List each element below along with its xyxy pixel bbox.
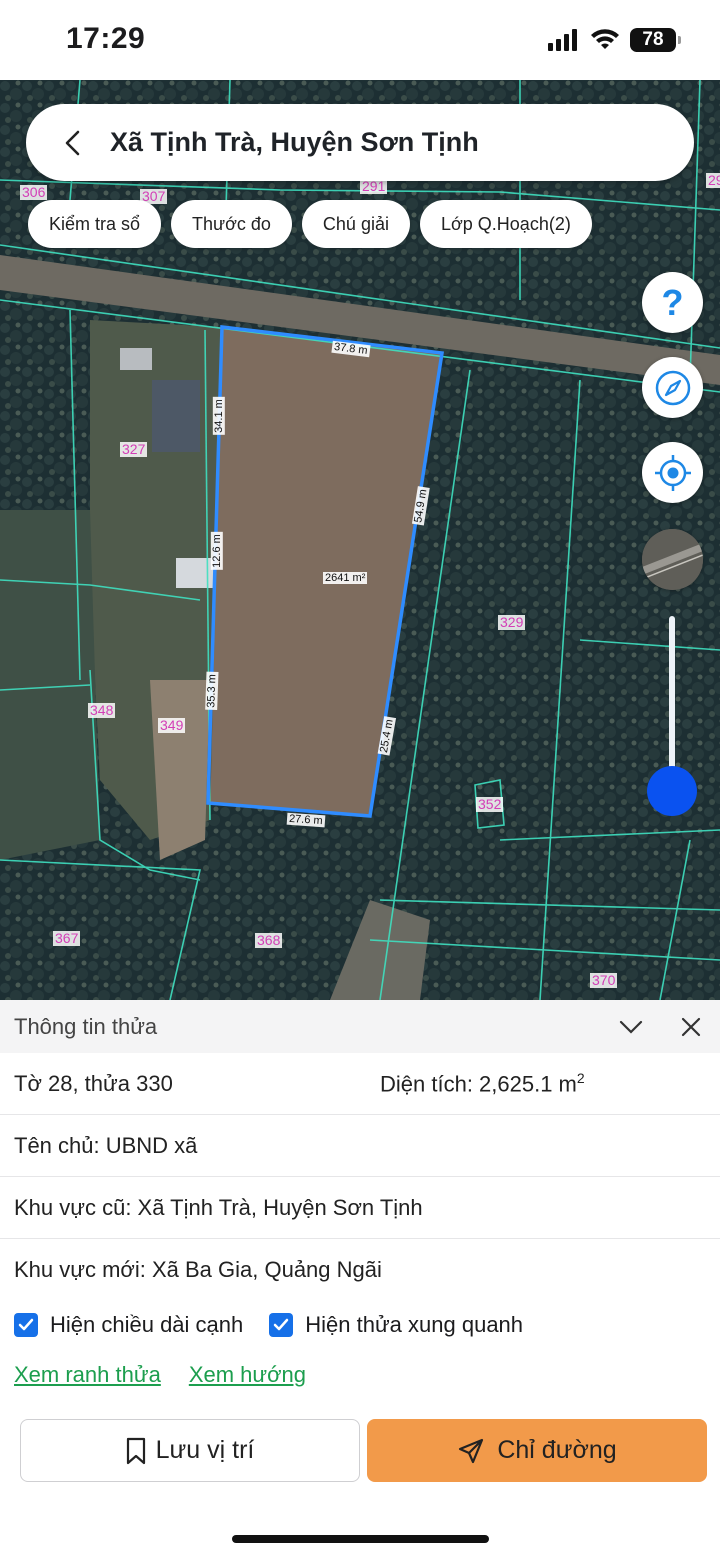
parcel-number: 329 [498, 614, 526, 630]
show-neighbors-label[interactable]: Hiện thửa xung quanh [305, 1312, 523, 1338]
display-options: Hiện chiều dài cạnh Hiện thửa xung quanh [14, 1312, 549, 1338]
panel-header: Thông tin thửa [0, 1000, 720, 1053]
battery-level: 78 [642, 29, 664, 50]
sheet-parcel-number: Tờ 28, thửa 330 [14, 1070, 173, 1096]
parcel-number: 349 [158, 717, 186, 733]
view-direction-link[interactable]: Xem hướng [189, 1362, 306, 1388]
chip-ruler[interactable]: Thước đo [171, 200, 292, 248]
locate-icon [654, 454, 691, 491]
compass-icon [655, 370, 690, 405]
edge-length: 34.1 m [212, 397, 225, 435]
panel-links: Xem ranh thửa Xem hướng [14, 1362, 306, 1388]
location-title: Xã Tịnh Trà, Huyện Sơn Tịnh [110, 127, 479, 157]
chip-legend[interactable]: Chú giải [301, 200, 410, 248]
view-boundary-link[interactable]: Xem ranh thửa [14, 1362, 161, 1388]
status-icons: 78 [548, 28, 681, 52]
chevron-down-icon [619, 1020, 643, 1034]
help-icon: ? [661, 281, 684, 323]
check-icon [18, 1318, 34, 1331]
my-location-button[interactable] [642, 442, 703, 503]
bookmark-icon [126, 1437, 145, 1464]
save-location-label: Lưu vị trí [155, 1436, 255, 1464]
owner-name: Tên chủ: UBND xã [14, 1132, 198, 1158]
old-area: Khu vực cũ: Xã Tịnh Trà, Huyện Sơn Tịnh [14, 1194, 423, 1220]
parcel-number: 370 [590, 972, 618, 988]
signal-icon [548, 29, 577, 51]
parcel-number: 29 [706, 173, 720, 188]
parcel-info-panel: Thông tin thửa Tờ 28, thửa 330 Diện tích… [0, 1000, 720, 1557]
parcel-number: 291 [360, 178, 388, 194]
parcel-number: 367 [53, 930, 81, 946]
info-row-old-area: Khu vực cũ: Xã Tịnh Trà, Huyện Sơn Tịnh [0, 1177, 720, 1239]
info-row-sheet: Tờ 28, thửa 330 Diện tích: 2,625.1 m2 [0, 1053, 720, 1115]
chip-planning-layer[interactable]: Lớp Q.Hoạch(2) [419, 200, 592, 248]
collapse-button[interactable] [616, 1012, 646, 1042]
parcel-area: Diện tích: 2,625.1 m2 [380, 1070, 585, 1097]
info-row-new-area: Khu vực mới: Xã Ba Gia, Quảng Ngãi [0, 1239, 720, 1301]
map-view[interactable]: 306 307 291 29 327 329 348 349 352 367 3… [0, 80, 720, 1000]
close-icon [681, 1017, 701, 1037]
home-indicator [232, 1535, 489, 1543]
status-bar: 17:29 78 [0, 0, 720, 80]
parcel-area-label: 2641 m² [323, 572, 368, 584]
edge-length: 27.6 m [286, 812, 326, 828]
back-icon[interactable] [44, 115, 100, 171]
edge-length: 12.6 m [210, 532, 223, 570]
parcel-number: 368 [255, 932, 283, 948]
parcel-number: 306 [20, 184, 48, 200]
help-button[interactable]: ? [642, 272, 703, 333]
directions-label: Chỉ đường [497, 1436, 617, 1464]
zoom-slider-knob[interactable] [647, 766, 697, 816]
new-area: Khu vực mới: Xã Ba Gia, Quảng Ngãi [14, 1257, 382, 1282]
map-tool-chips: Kiểm tra sổ Thước đo Chú giải Lớp Q.Hoạc… [28, 200, 592, 248]
parcel-number: 352 [476, 796, 504, 812]
parcel-number: 327 [120, 441, 148, 457]
compass-button[interactable] [642, 357, 703, 418]
close-button[interactable] [676, 1012, 706, 1042]
edge-length: 35.3 m [205, 671, 219, 711]
info-row-owner: Tên chủ: UBND xã [0, 1115, 720, 1177]
map-layer-button[interactable] [642, 529, 703, 590]
chip-check-certificate[interactable]: Kiểm tra sổ [28, 200, 162, 248]
wifi-icon [591, 29, 619, 49]
show-edge-length-label[interactable]: Hiện chiều dài cạnh [50, 1312, 243, 1338]
directions-button[interactable]: Chỉ đường [367, 1419, 707, 1482]
satellite-layer-icon [642, 529, 703, 590]
show-edge-length-checkbox[interactable] [14, 1313, 38, 1337]
area-value: Diện tích: 2,625.1 m [380, 1071, 577, 1097]
save-location-button[interactable]: Lưu vị trí [20, 1419, 360, 1482]
check-icon [274, 1318, 289, 1331]
show-neighbors-checkbox[interactable] [269, 1313, 294, 1337]
status-time: 17:29 [66, 22, 146, 55]
send-icon [459, 1438, 484, 1463]
parcel-number: 348 [88, 702, 116, 718]
panel-title: Thông tin thửa [14, 1013, 158, 1039]
location-search-bar[interactable]: Xã Tịnh Trà, Huyện Sơn Tịnh [26, 104, 694, 181]
area-unit-exponent: 2 [576, 1069, 585, 1086]
battery-icon: 78 [630, 28, 681, 52]
